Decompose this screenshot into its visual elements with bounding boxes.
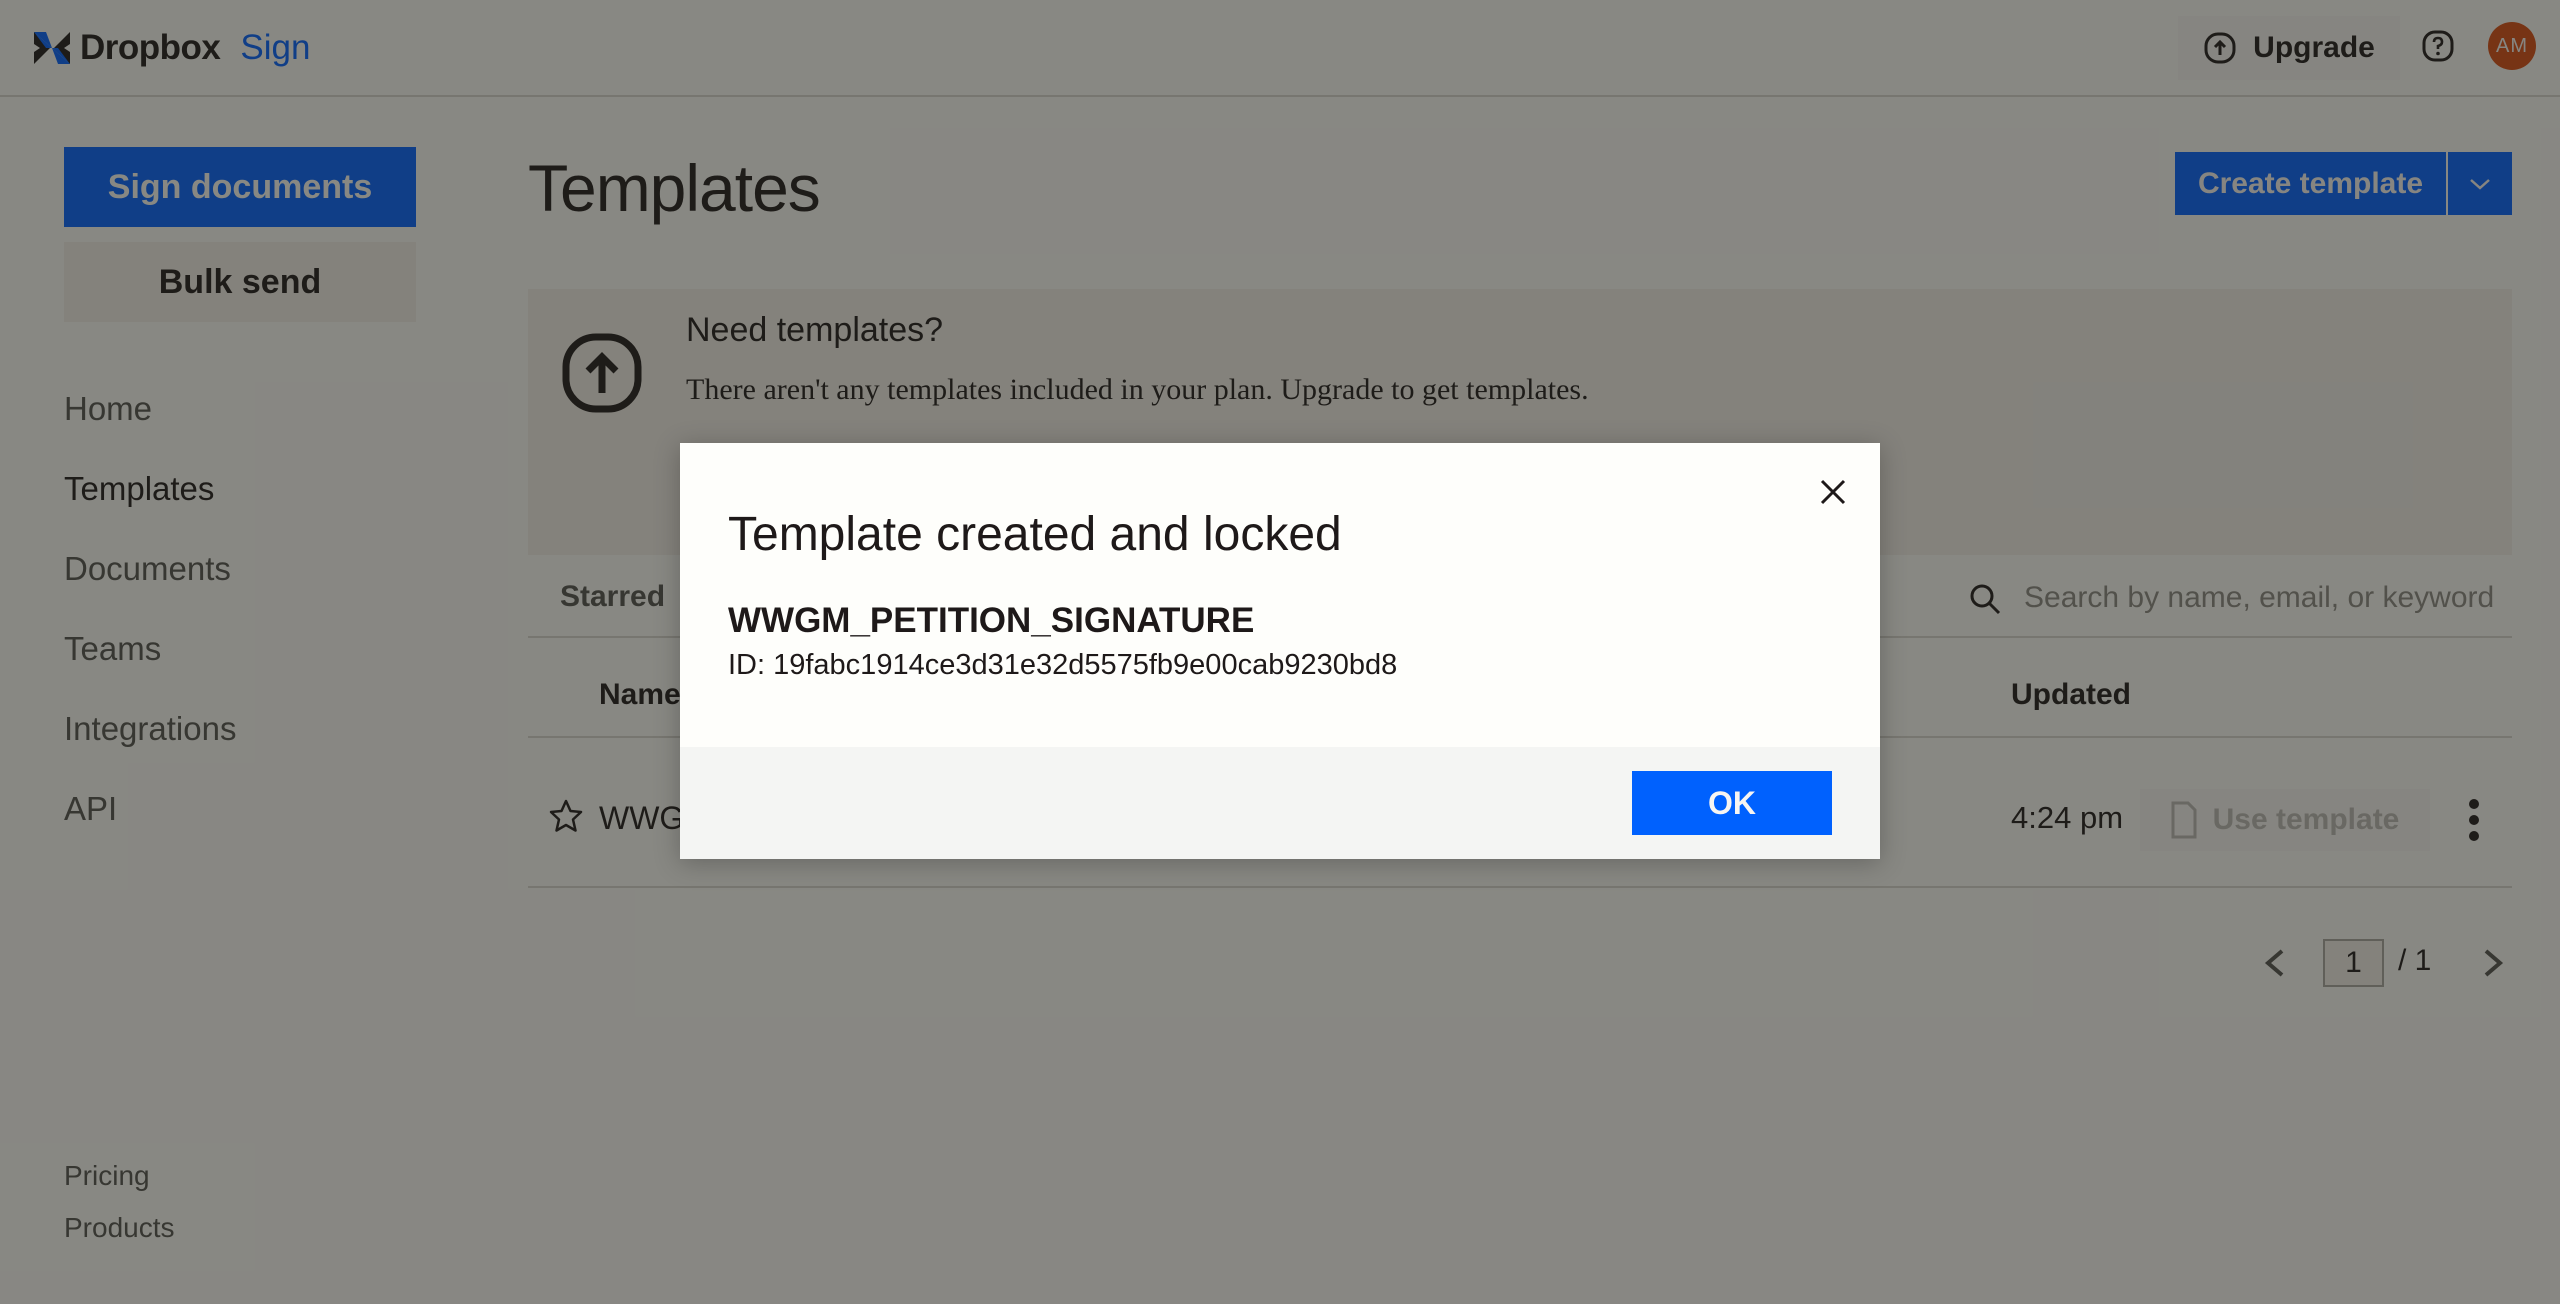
close-icon (1820, 479, 1846, 505)
template-created-modal: Template created and locked WWGM_PETITIO… (680, 443, 1880, 859)
modal-title: Template created and locked (728, 508, 1342, 561)
template-id: ID: 19fabc1914ce3d31e32d5575fb9e00cab923… (728, 649, 1398, 681)
template-name: WWGM_PETITION_SIGNATURE (728, 601, 1255, 640)
app-root: Dropbox Sign Upgrade AM Sign documents B… (0, 0, 2560, 1304)
ok-button[interactable]: OK (1632, 771, 1832, 835)
close-button[interactable] (1814, 473, 1852, 511)
